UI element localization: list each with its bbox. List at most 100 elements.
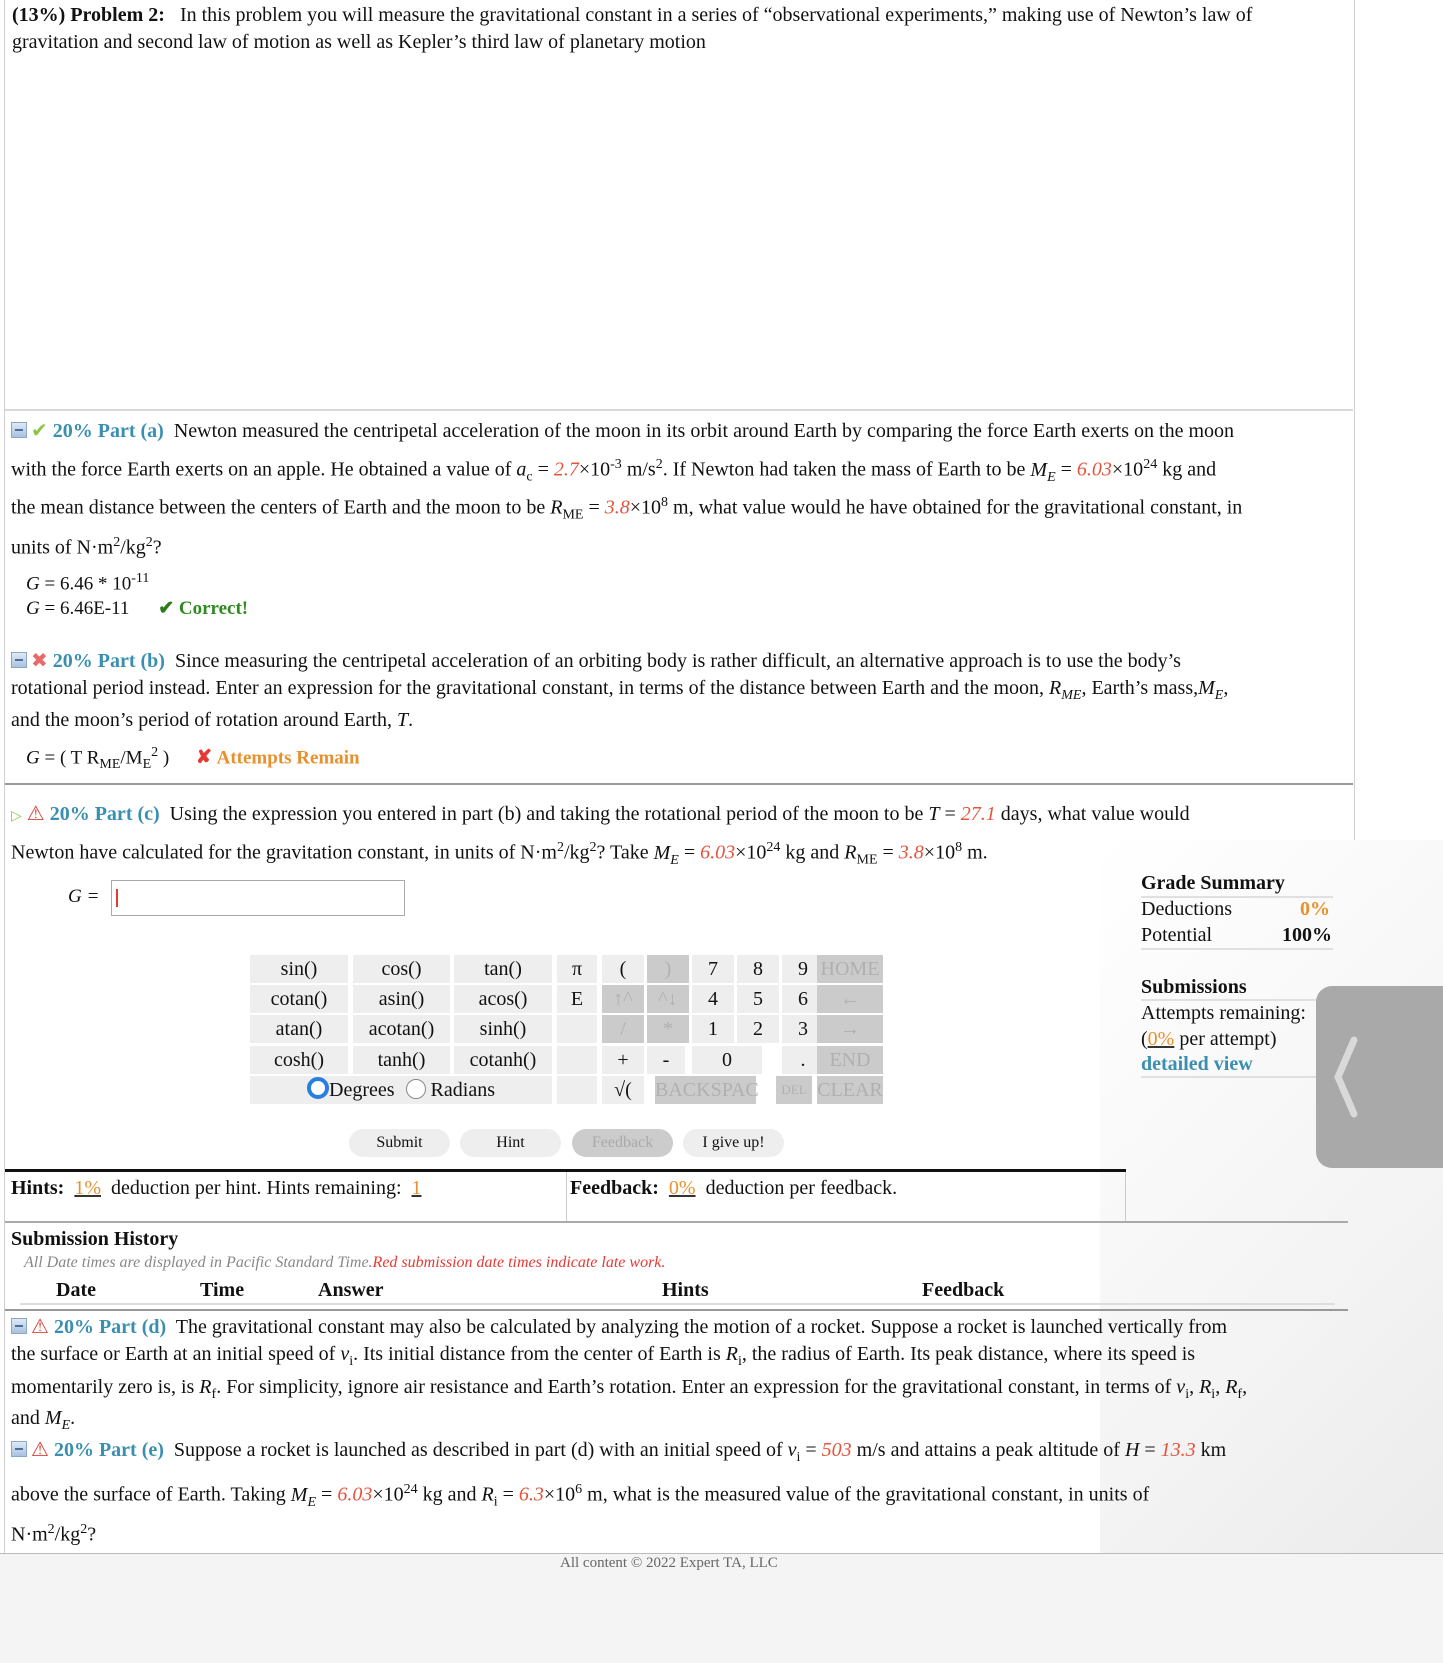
feedback-button[interactable]: Feedback bbox=[572, 1129, 673, 1157]
hints-label: Hints: bbox=[11, 1177, 65, 1199]
degrees-radio[interactable] bbox=[307, 1077, 330, 1099]
digit-key-2[interactable]: 2 bbox=[737, 1015, 779, 1043]
right-arrow-key[interactable]: → bbox=[817, 1015, 883, 1043]
part-d-text: and bbox=[11, 1407, 45, 1429]
left-arrow-key[interactable]: ← bbox=[817, 985, 883, 1013]
part-a-text: with the force Earth exerts on an apple.… bbox=[11, 458, 517, 481]
clear-key[interactable]: CLEAR bbox=[817, 1076, 883, 1104]
side-panel-toggle[interactable] bbox=[1316, 986, 1443, 1168]
part-c-text: Newton have calculated for the gravitati… bbox=[11, 841, 557, 864]
digit-key-7[interactable]: 7 bbox=[692, 955, 734, 983]
text-caret bbox=[116, 889, 118, 907]
part-a-text: m, what value would he have obtained for… bbox=[668, 496, 1243, 519]
per-attempt: (0% per attempt) bbox=[1141, 1028, 1277, 1050]
part-a-line3: the mean distance between the centers of… bbox=[11, 495, 1243, 523]
function-key-asin[interactable]: asin() bbox=[353, 985, 450, 1013]
function-key-cos[interactable]: cos() bbox=[353, 955, 450, 983]
part-e-title[interactable]: 20% Part (e) bbox=[54, 1439, 164, 1461]
ri-value: 6.3 bbox=[518, 1483, 544, 1506]
part-a-title[interactable]: 20% Part (a) bbox=[53, 420, 164, 442]
ac-exp: -3 bbox=[610, 457, 622, 472]
detailed-view-link[interactable]: detailed view bbox=[1141, 1053, 1253, 1076]
me-value: 6.03 bbox=[337, 1483, 373, 1506]
superscript-up-key[interactable]: ↑^ bbox=[602, 985, 644, 1013]
me-exp: 24 bbox=[766, 840, 781, 855]
collapse-icon[interactable] bbox=[11, 1318, 27, 1334]
pi-key[interactable]: π bbox=[557, 955, 597, 983]
radians-label: Radians bbox=[430, 1079, 495, 1101]
digit-key-0[interactable]: 0 bbox=[692, 1046, 762, 1074]
function-key-sinh[interactable]: sinh() bbox=[454, 1015, 552, 1043]
part-e-text: Suppose a rocket is launched as describe… bbox=[173, 1439, 788, 1461]
collapse-icon[interactable] bbox=[11, 1441, 27, 1457]
multiply-key[interactable]: * bbox=[647, 1015, 689, 1043]
delete-key[interactable]: DEL bbox=[776, 1076, 812, 1104]
feedback-label: Feedback: bbox=[570, 1177, 659, 1199]
problem-label: (13%) Problem 2: bbox=[12, 4, 165, 26]
end-key[interactable]: END bbox=[817, 1046, 883, 1074]
function-key-tanh[interactable]: tanh() bbox=[353, 1046, 450, 1074]
home-key[interactable]: HOME bbox=[817, 955, 883, 983]
minus-key[interactable]: - bbox=[647, 1046, 685, 1074]
superscript-down-key[interactable]: ^↓ bbox=[647, 985, 689, 1013]
part-b-text: rotational period instead. Enter an expr… bbox=[11, 677, 1050, 699]
digit-key-4[interactable]: 4 bbox=[692, 985, 734, 1013]
divider bbox=[1141, 999, 1333, 1001]
divider bbox=[5, 409, 1353, 411]
function-key-sin[interactable]: sin() bbox=[250, 955, 348, 983]
part-e-text: m/s and attains a peak altitude of bbox=[851, 1439, 1125, 1461]
give-up-button[interactable]: I give up! bbox=[683, 1129, 784, 1157]
vi-value: 503 bbox=[821, 1439, 852, 1461]
close-paren-key[interactable]: ) bbox=[647, 955, 689, 983]
answer-text: = ( T R bbox=[44, 747, 100, 769]
part-d-line1: ⚠ 20% Part (d) The gravitational constan… bbox=[11, 1314, 1227, 1340]
part-b-title[interactable]: 20% Part (b) bbox=[53, 650, 165, 672]
part-b-line2: rotational period instead. Enter an expr… bbox=[11, 677, 1229, 703]
divide-key[interactable]: / bbox=[602, 1015, 644, 1043]
function-key-cotanh[interactable]: cotanh() bbox=[454, 1046, 552, 1074]
hint-button[interactable]: Hint bbox=[460, 1129, 561, 1157]
answer-text: = 6.46E-11 bbox=[44, 598, 130, 619]
part-e-text: km bbox=[1195, 1439, 1227, 1461]
part-d-title[interactable]: 20% Part (d) bbox=[54, 1316, 166, 1338]
part-d-text: . For simplicity, ignore air resistance … bbox=[216, 1376, 1177, 1398]
radians-radio[interactable] bbox=[405, 1079, 426, 1099]
open-paren-key[interactable]: ( bbox=[602, 955, 644, 983]
submit-button[interactable]: Submit bbox=[349, 1129, 450, 1157]
function-key-atan[interactable]: atan() bbox=[250, 1015, 348, 1043]
correct-status: Correct! bbox=[178, 598, 249, 619]
t-value: 27.1 bbox=[960, 803, 996, 825]
me-value: 6.03 bbox=[700, 841, 736, 864]
function-key-acotan[interactable]: acotan() bbox=[353, 1015, 450, 1043]
function-key-tan[interactable]: tan() bbox=[454, 955, 552, 983]
digit-key-1[interactable]: 1 bbox=[692, 1015, 734, 1043]
backspace-key[interactable]: BACKSPAC bbox=[655, 1076, 759, 1104]
part-b-text: , Earth’s mass, bbox=[1081, 677, 1199, 699]
part-a-answer2: G = 6.46E-11 ✔ Correct! bbox=[26, 598, 249, 619]
digit-key-5[interactable]: 5 bbox=[737, 985, 779, 1013]
part-a-text: kg and bbox=[1157, 458, 1217, 481]
function-key-cosh[interactable]: cosh() bbox=[250, 1046, 348, 1074]
blank-key[interactable] bbox=[557, 1015, 597, 1043]
part-b-line1: ✖ 20% Part (b) Since measuring the centr… bbox=[11, 648, 1181, 674]
part-c-title[interactable]: 20% Part (c) bbox=[50, 803, 160, 825]
digit-key-8[interactable]: 8 bbox=[737, 955, 779, 983]
answer-input[interactable] bbox=[111, 880, 405, 916]
function-key-cotan[interactable]: cotan() bbox=[250, 985, 348, 1013]
problem-header: (13%) Problem 2: In this problem you wil… bbox=[12, 2, 1342, 56]
blank-key[interactable] bbox=[557, 1046, 597, 1074]
e-key[interactable]: E bbox=[557, 985, 597, 1013]
function-key-acos[interactable]: acos() bbox=[454, 985, 552, 1013]
blank-key[interactable] bbox=[557, 1076, 597, 1104]
part-a-line1: ✔ 20% Part (a) Newton measured the centr… bbox=[11, 418, 1234, 444]
per-attempt-value: 0% bbox=[1147, 1028, 1175, 1050]
divider bbox=[5, 1309, 1348, 1311]
sqrt-key[interactable]: √( bbox=[602, 1076, 644, 1104]
collapse-icon[interactable] bbox=[11, 652, 27, 668]
plus-key[interactable]: + bbox=[602, 1046, 644, 1074]
checkmark-icon: ✔ bbox=[31, 420, 48, 442]
collapse-icon[interactable] bbox=[11, 422, 27, 438]
part-c-text: ? Take bbox=[596, 841, 654, 864]
col-feedback: Feedback bbox=[922, 1279, 1005, 1301]
expand-arrow-icon[interactable]: ▷ bbox=[11, 809, 22, 824]
